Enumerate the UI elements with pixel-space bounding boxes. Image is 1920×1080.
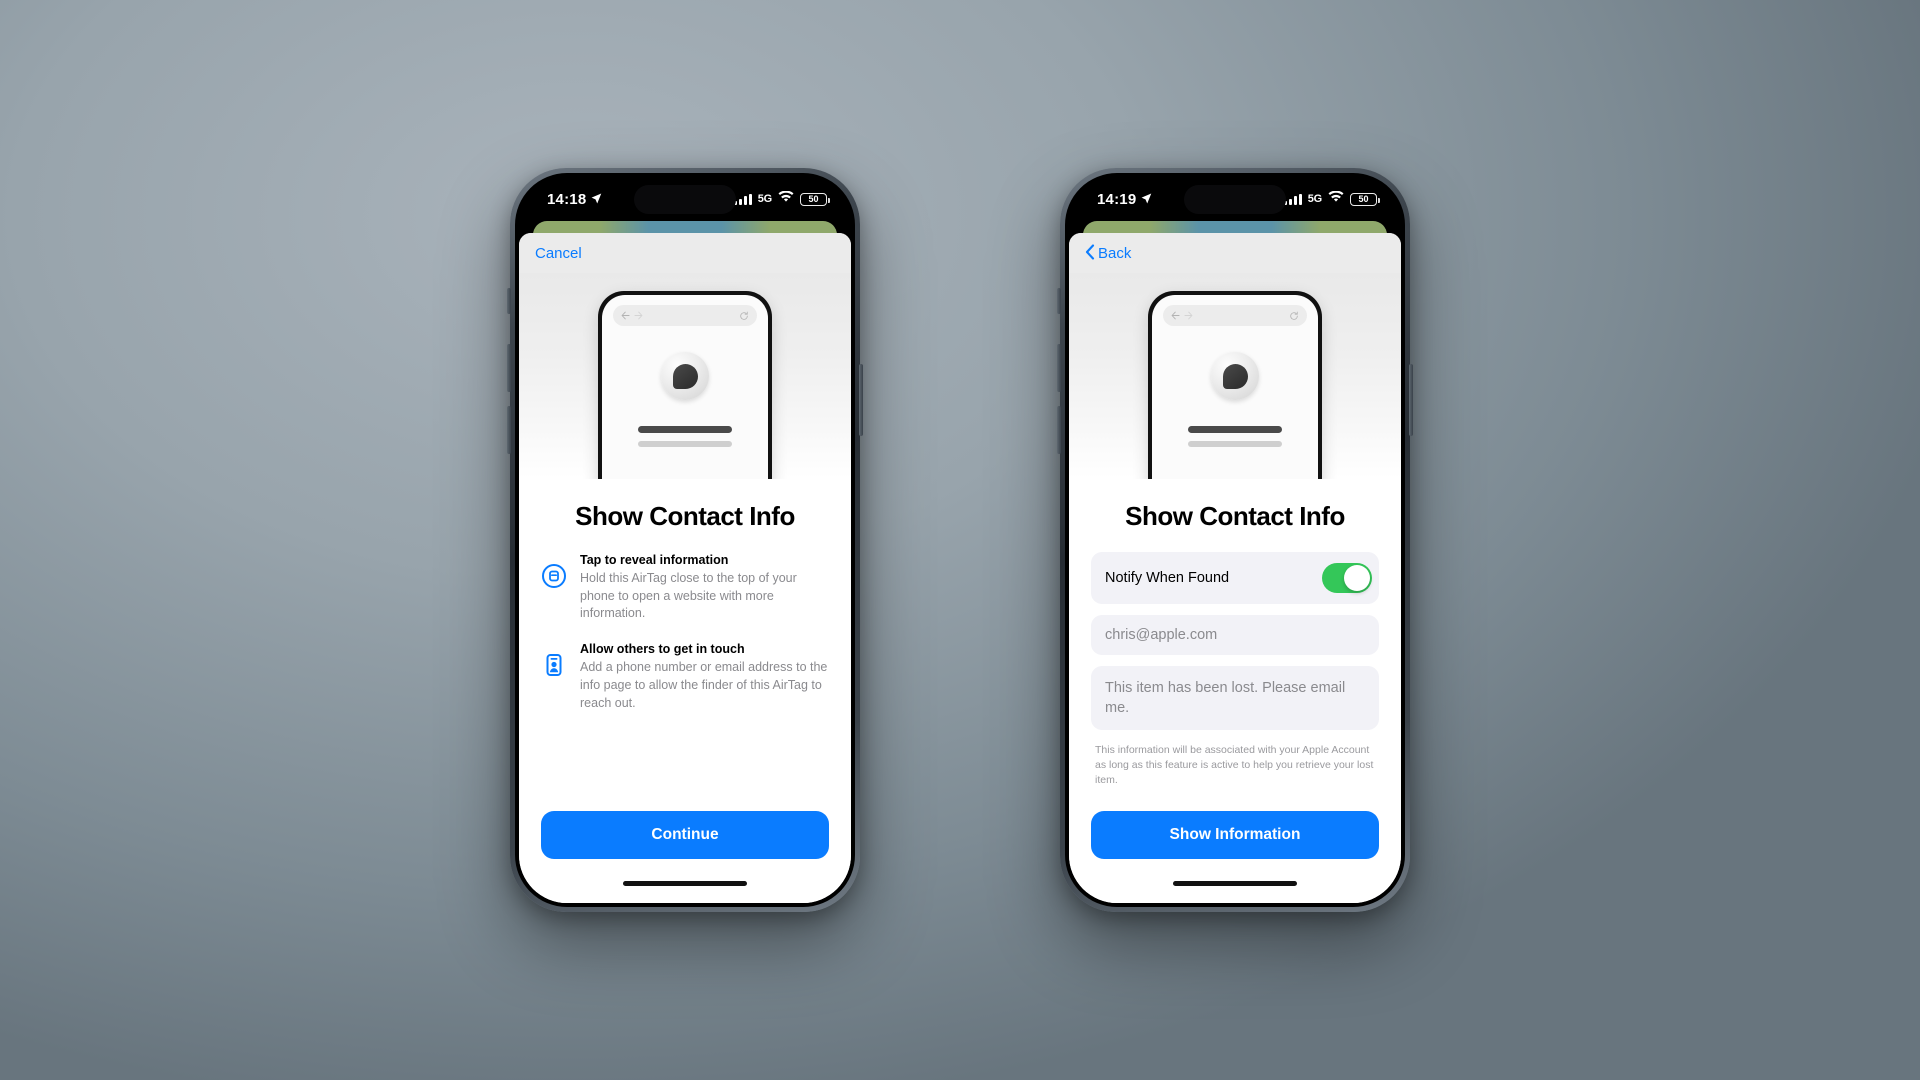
placeholder-line-secondary (638, 441, 732, 447)
home-indicator[interactable] (1069, 877, 1401, 903)
screen-right: 14:19 5G 50 Back Show Contact Info Notif… (1069, 177, 1401, 903)
feature-heading: Tap to reveal information (580, 553, 729, 567)
sheet-stack-left: Cancel Show Contact Info Tap to reveal i… (519, 221, 851, 903)
hero-illustration (1069, 273, 1401, 479)
mini-browser-bar (613, 305, 757, 326)
page-title: Show Contact Info (575, 501, 795, 531)
feature-description: Add a phone number or email address to t… (580, 660, 828, 710)
status-indicators: 5G 50 (733, 190, 830, 208)
reload-icon (1290, 311, 1298, 320)
battery-icon: 50 (1350, 192, 1380, 206)
placeholder-line-primary (638, 426, 732, 433)
forward-arrow-icon (634, 311, 643, 320)
contact-info-sheet: Cancel Show Contact Info Tap to reveal i… (519, 233, 851, 903)
mute-switch[interactable] (507, 288, 511, 314)
volume-up-button[interactable] (1057, 344, 1061, 392)
battery-icon: 50 (800, 192, 830, 206)
network-type-label: 5G (1307, 193, 1322, 205)
reload-icon (740, 311, 748, 320)
volume-down-button[interactable] (1057, 406, 1061, 454)
sheet-content-right: Show Contact Info Notify When Found chri… (1069, 479, 1401, 877)
nfc-tap-icon (541, 563, 567, 594)
disclaimer-text: This information will be associated with… (1095, 744, 1374, 786)
notify-when-found-row[interactable]: Notify When Found (1091, 552, 1379, 604)
back-button[interactable]: Back (1085, 243, 1132, 263)
placeholder-line-primary (1188, 426, 1282, 433)
status-indicators: 5G 50 (1283, 190, 1380, 208)
cancel-label: Cancel (535, 244, 582, 262)
contact-info-form-sheet: Back Show Contact Info Notify When Found… (1069, 233, 1401, 903)
sheet-navbar: Cancel (519, 233, 851, 273)
power-button[interactable] (1409, 364, 1413, 436)
continue-button[interactable]: Continue (541, 811, 829, 859)
back-arrow-icon (1171, 311, 1180, 320)
screenshot-stage: 14:18 5G 50 Cancel Show Contact Info Tap… (0, 0, 1920, 1080)
feature-item: Tap to reveal information Hold this AirT… (541, 552, 829, 623)
show-information-button[interactable]: Show Information (1091, 811, 1379, 859)
status-time-group: 14:18 (547, 191, 602, 208)
sheet-content-left: Show Contact Info Tap to reveal informat… (519, 479, 851, 877)
airtag-graphic (661, 352, 709, 400)
email-field[interactable]: chris@apple.com (1091, 615, 1379, 655)
mute-switch[interactable] (1057, 288, 1061, 314)
status-time-group: 14:19 (1097, 191, 1152, 208)
cellular-bars-icon (733, 193, 752, 205)
notify-when-found-toggle[interactable] (1322, 563, 1372, 593)
dynamic-island (1184, 185, 1286, 214)
wifi-icon (778, 190, 794, 208)
feature-item: Allow others to get in touch Add a phone… (541, 641, 829, 712)
screen-left: 14:18 5G 50 Cancel Show Contact Info Tap… (519, 177, 851, 903)
status-bar: 14:19 5G 50 (1069, 177, 1401, 221)
back-arrow-icon (621, 311, 630, 320)
mini-browser-bar (1163, 305, 1307, 326)
message-field[interactable]: This item has been lost. Please email me… (1091, 666, 1379, 731)
home-indicator[interactable] (519, 877, 851, 903)
dynamic-island (634, 185, 736, 214)
placeholder-line-secondary (1188, 441, 1282, 447)
feature-heading: Allow others to get in touch (580, 642, 745, 657)
volume-down-button[interactable] (507, 406, 511, 454)
back-label: Back (1098, 244, 1132, 262)
sheet-stack-right: Back Show Contact Info Notify When Found… (1069, 221, 1401, 903)
contact-card-icon (541, 652, 567, 683)
phone-mockup-right: 14:19 5G 50 Back Show Contact Info Notif… (1057, 168, 1413, 912)
status-time: 14:19 (1097, 190, 1137, 208)
power-button[interactable] (859, 364, 863, 436)
airtag-graphic (1211, 352, 1259, 400)
status-bar: 14:18 5G 50 (519, 177, 851, 221)
sheet-navbar: Back (1069, 233, 1401, 273)
notify-when-found-label: Notify When Found (1105, 570, 1230, 586)
location-arrow-icon (1141, 191, 1152, 208)
network-type-label: 5G (757, 193, 772, 205)
cellular-bars-icon (1283, 193, 1302, 205)
page-title: Show Contact Info (1125, 501, 1345, 531)
phone-mockup-left: 14:18 5G 50 Cancel Show Contact Info Tap… (507, 168, 863, 912)
battery-percent: 50 (808, 193, 819, 204)
feature-description: Hold this AirTag close to the top of you… (580, 570, 797, 621)
hero-illustration (519, 273, 851, 479)
chevron-left-icon (1085, 243, 1095, 263)
status-time: 14:18 (547, 190, 587, 208)
mini-phone-graphic (598, 291, 772, 479)
location-arrow-icon (591, 191, 602, 208)
battery-percent: 50 (1358, 193, 1369, 204)
mini-phone-graphic (1148, 291, 1322, 479)
cancel-button[interactable]: Cancel (535, 246, 582, 261)
wifi-icon (1328, 190, 1344, 208)
volume-up-button[interactable] (507, 344, 511, 392)
forward-arrow-icon (1184, 311, 1193, 320)
